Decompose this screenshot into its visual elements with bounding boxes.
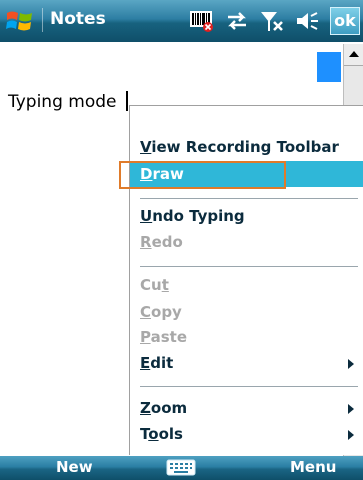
menu-separator [140,198,358,199]
submenu-arrow-icon [348,430,354,440]
menu-item-zoom[interactable]: Zoom [140,395,358,421]
menu-item-redo[interactable]: Redo [140,229,358,255]
scroll-up-arrow-icon[interactable] [344,44,363,66]
bottom-softkey-bar: New Menu [0,456,363,480]
menu-item-cut[interactable]: Cut [140,272,358,298]
new-softkey[interactable]: New [56,458,93,476]
note-text[interactable]: Typing mode [8,92,117,112]
submenu-arrow-icon [348,359,354,369]
menu-item-view-recording-toolbar[interactable]: View Recording Toolbar [140,134,358,160]
keyboard-icon[interactable] [166,459,196,476]
title-separator [42,8,43,32]
menu-separator [140,266,358,267]
speaker-icon[interactable] [295,10,319,32]
submenu-arrow-icon [348,404,354,414]
barcode-error-icon[interactable] [189,9,215,33]
pen-color-swatch[interactable] [317,52,341,82]
menu-separator [140,386,358,387]
menu-item-paste[interactable]: Paste [140,324,358,350]
context-menu: View Recording Toolbar Draw Undo Typing … [129,105,363,455]
menu-item-tools[interactable]: Tools [140,421,358,447]
start-logo-icon[interactable] [4,7,36,35]
antenna-no-signal-icon[interactable] [259,9,285,33]
menu-softkey[interactable]: Menu [290,458,336,476]
app-title: Notes [50,9,106,29]
menu-item-copy[interactable]: Copy [140,299,358,325]
ok-button[interactable]: ok [330,7,360,35]
text-cursor [126,91,128,111]
status-icons [189,8,319,34]
menu-item-edit[interactable]: Edit [140,350,358,376]
focus-outline [119,161,286,189]
sync-arrows-icon[interactable] [225,10,249,32]
menu-item-undo-typing[interactable]: Undo Typing [140,203,358,229]
title-bar: Notes ok [0,0,363,42]
